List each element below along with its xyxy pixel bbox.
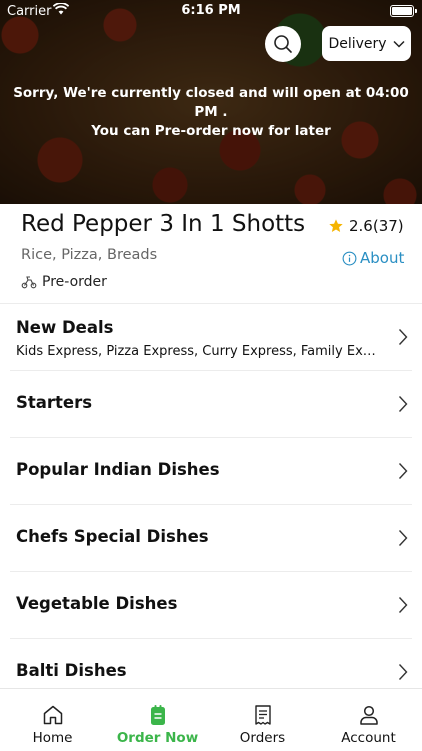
menu-category-popular-indian-dishes[interactable]: Popular Indian Dishes — [0, 438, 422, 505]
tab-label: Account — [341, 730, 396, 746]
home-icon — [43, 705, 62, 725]
tab-account[interactable]: Account — [316, 689, 421, 751]
chevron-right-icon — [398, 329, 408, 345]
receipt-icon — [254, 705, 271, 725]
cuisine-list: Rice, Pizza, Breads — [21, 247, 158, 263]
star-icon — [329, 219, 343, 232]
bottom-tab-bar: Home Order Now Orders Account — [0, 688, 422, 751]
tab-label: Orders — [239, 730, 286, 746]
menu-category-title: Starters — [16, 393, 93, 412]
about-label: About — [360, 249, 405, 267]
search-icon — [274, 35, 292, 53]
menu-category-list: New Deals Kids Express, Pizza Express, C… — [0, 304, 422, 706]
menu-category-title: Popular Indian Dishes — [16, 460, 220, 479]
closed-notice-line2: You can Pre-order now for later — [91, 123, 331, 139]
menu-category-vegetable-dishes[interactable]: Vegetable Dishes — [0, 572, 422, 639]
menu-category-title: New Deals — [16, 318, 114, 337]
account-icon — [359, 705, 378, 725]
tab-label: Order Now — [116, 730, 199, 746]
chevron-right-icon — [398, 463, 408, 479]
search-button[interactable] — [265, 26, 301, 62]
closed-notice-line1: Sorry, We're currently closed and will o… — [13, 85, 409, 120]
menu-category-chefs-special-dishes[interactable]: Chefs Special Dishes — [0, 505, 422, 572]
chevron-right-icon — [398, 664, 408, 680]
tab-order-now[interactable]: Order Now — [105, 689, 210, 751]
rating[interactable]: 2.6(37) — [328, 217, 404, 235]
menu-category-starters[interactable]: Starters — [0, 371, 422, 438]
restaurant-name: Red Pepper 3 In 1 Shotts — [21, 211, 306, 237]
about-link[interactable]: About — [342, 249, 404, 267]
closed-notice: Sorry, We're currently closed and will o… — [0, 84, 422, 141]
status-bar: Carrier 6:16 PM — [0, 0, 422, 22]
menu-category-new-deals[interactable]: New Deals Kids Express, Pizza Express, C… — [0, 304, 422, 371]
menu-category-title: Balti Dishes — [16, 661, 127, 680]
clock: 6:16 PM — [181, 3, 241, 18]
chevron-right-icon — [398, 396, 408, 412]
delivery-mode-label: Delivery — [328, 35, 387, 52]
chevron-right-icon — [398, 530, 408, 546]
tab-orders[interactable]: Orders — [210, 689, 315, 751]
tab-home[interactable]: Home — [0, 689, 105, 751]
menu-category-title: Vegetable Dishes — [16, 594, 178, 613]
order-mode-label: Pre-order — [42, 274, 107, 290]
delivery-mode-select[interactable]: Delivery — [322, 26, 411, 61]
menu-category-title: Chefs Special Dishes — [16, 527, 209, 546]
battery-icon — [390, 5, 417, 17]
rating-value: 2.6(37) — [349, 217, 404, 235]
order-mode: Pre-order — [21, 274, 107, 290]
scooter-icon — [21, 276, 37, 289]
info-icon — [342, 251, 357, 265]
tab-label: Home — [32, 730, 73, 746]
chevron-right-icon — [398, 597, 408, 613]
order-icon — [150, 705, 165, 725]
chevron-down-icon — [393, 40, 405, 48]
menu-category-subtitle: Kids Express, Pizza Express, Curry Expre… — [16, 344, 376, 359]
